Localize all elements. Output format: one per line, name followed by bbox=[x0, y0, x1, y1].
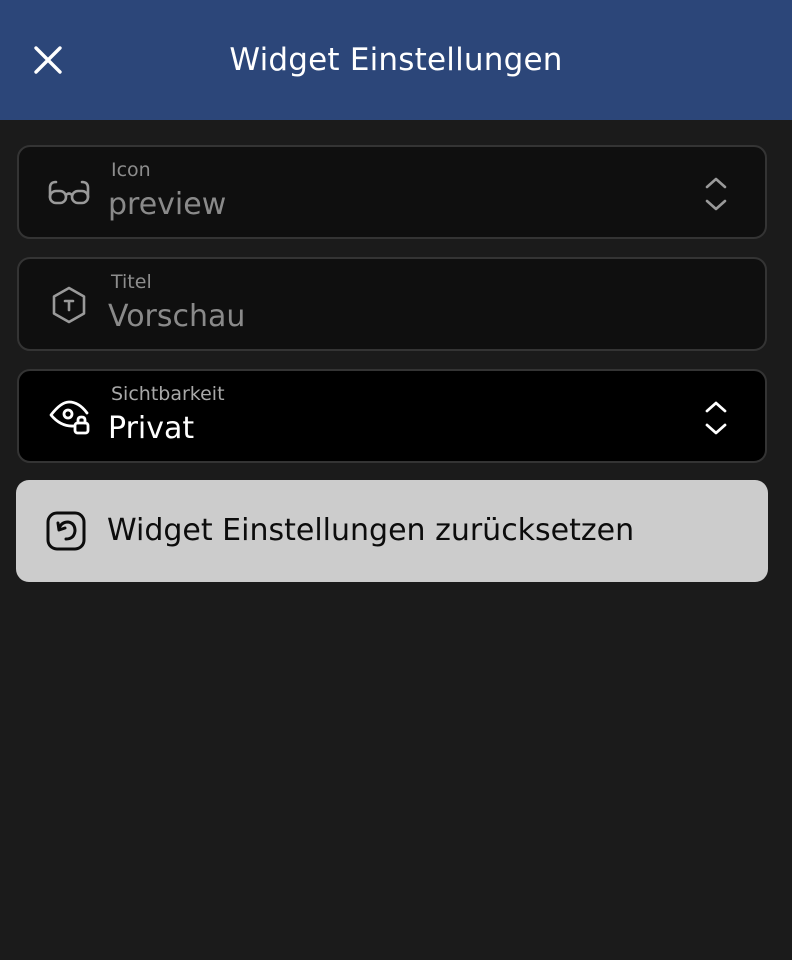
icon-select-field[interactable]: Icon preview bbox=[17, 145, 767, 239]
visibility-field-label: Sichtbarkeit bbox=[111, 383, 225, 405]
chevron-up-down-icon bbox=[705, 401, 727, 435]
reset-icon bbox=[44, 509, 88, 553]
icon-field-value: preview bbox=[108, 187, 227, 222]
visibility-select-field[interactable]: Sichtbarkeit Privat bbox=[17, 369, 767, 463]
title-field-label: Titel bbox=[111, 271, 152, 293]
page-title: Widget Einstellungen bbox=[229, 42, 563, 78]
reset-button-label: Widget Einstellungen zurücksetzen bbox=[107, 513, 635, 548]
glasses-icon bbox=[47, 171, 91, 215]
title-field-value: Vorschau bbox=[108, 299, 246, 334]
app-header: Widget Einstellungen bbox=[0, 0, 792, 120]
visibility-field-value: Privat bbox=[108, 411, 195, 446]
chevron-up-down-icon bbox=[705, 177, 727, 211]
eye-lock-icon bbox=[47, 395, 91, 439]
icon-field-label: Icon bbox=[111, 159, 151, 181]
reset-settings-button[interactable]: Widget Einstellungen zurücksetzen bbox=[16, 480, 768, 582]
title-input-field[interactable]: Titel Vorschau bbox=[17, 257, 767, 351]
text-hexagon-icon bbox=[47, 283, 91, 327]
